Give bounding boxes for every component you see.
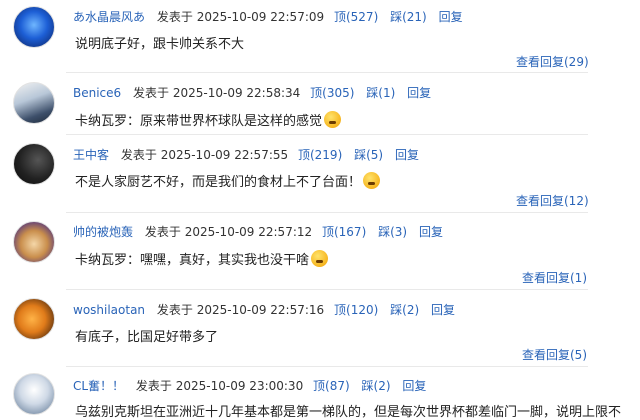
username-link[interactable]: 王中客 <box>73 148 109 162</box>
view-replies-link[interactable]: 查看回复(12) <box>516 192 589 209</box>
view-replies-link[interactable]: 查看回复(1) <box>522 269 587 286</box>
comment-meta: 王中客 发表于 2025-10-09 22:57:55 顶(219) 踩(5) … <box>73 146 419 163</box>
downvote-button[interactable]: 踩(5) <box>354 148 383 162</box>
reply-button[interactable]: 回复 <box>407 86 431 100</box>
downvote-button[interactable]: 踩(2) <box>362 379 391 393</box>
avatar[interactable] <box>13 6 55 48</box>
avatar[interactable] <box>13 373 55 415</box>
comment-text-row: 卡纳瓦罗：嘿嘿，真好，其实我也没干啥 <box>75 249 329 268</box>
divider <box>66 134 588 135</box>
username-link[interactable]: woshilaotan <box>73 303 145 317</box>
username-link[interactable]: あ水晶晨风あ <box>73 10 145 24</box>
sweat-smile-emoji-icon <box>324 111 342 128</box>
avatar[interactable] <box>13 298 55 340</box>
timestamp: 2025-10-09 22:57:12 <box>184 225 313 239</box>
divider <box>66 212 588 213</box>
divider <box>66 72 588 73</box>
reply-button[interactable]: 回复 <box>402 379 426 393</box>
avatar[interactable] <box>13 82 55 124</box>
avatar[interactable] <box>13 143 55 185</box>
divider <box>66 289 588 290</box>
comment-text: 不是人家厨艺不好，而是我们的食材上不了台面！ <box>75 175 362 190</box>
avatar[interactable] <box>13 221 55 263</box>
timestamp: 2025-10-09 23:00:30 <box>175 379 304 393</box>
downvote-button[interactable]: 踩(2) <box>390 303 419 317</box>
posted-at-label: 发表于 <box>135 379 172 393</box>
downvote-button[interactable]: 踩(3) <box>378 225 407 239</box>
posted-at-label: 发表于 <box>156 10 193 24</box>
upvote-button[interactable]: 顶(219) <box>298 148 342 162</box>
upvote-button[interactable]: 顶(305) <box>310 86 354 100</box>
username-link[interactable]: Benice6 <box>73 86 121 100</box>
comment-meta: あ水晶晨风あ 发表于 2025-10-09 22:57:09 顶(527) 踩(… <box>73 8 463 25</box>
comment-text: 卡纳瓦罗：嘿嘿，真好，其实我也没干啥 <box>75 253 310 268</box>
comment-text-row: 不是人家厨艺不好，而是我们的食材上不了台面！ <box>75 171 381 190</box>
comment-meta: woshilaotan 发表于 2025-10-09 22:57:16 顶(12… <box>73 301 455 318</box>
posted-at-label: 发表于 <box>133 86 170 100</box>
reply-button[interactable]: 回复 <box>431 303 455 317</box>
comment-text-row: 卡纳瓦罗：原来带世界杯球队是这样的感觉 <box>75 110 342 129</box>
comment-text: 卡纳瓦罗：原来带世界杯球队是这样的感觉 <box>75 114 323 129</box>
view-replies-link[interactable]: 查看回复(5) <box>522 346 587 363</box>
timestamp: 2025-10-09 22:57:55 <box>160 148 289 162</box>
downvote-button[interactable]: 踩(1) <box>366 86 395 100</box>
upvote-button[interactable]: 顶(527) <box>334 10 378 24</box>
comment-meta: 帅的被炮轰 发表于 2025-10-09 22:57:12 顶(167) 踩(3… <box>73 223 443 240</box>
posted-at-label: 发表于 <box>156 303 193 317</box>
timestamp: 2025-10-09 22:57:16 <box>196 303 325 317</box>
timestamp: 2025-10-09 22:57:09 <box>196 10 325 24</box>
upvote-button[interactable]: 顶(87) <box>313 379 350 393</box>
comment-text: 说明底子好，跟卡帅关系不大 <box>75 37 245 52</box>
username-link[interactable]: CL奮！！ <box>73 379 124 393</box>
reply-button[interactable]: 回复 <box>395 148 419 162</box>
upvote-button[interactable]: 顶(120) <box>334 303 378 317</box>
comment-meta: Benice6 发表于 2025-10-09 22:58:34 顶(305) 踩… <box>73 84 431 101</box>
comment-text: 有底子，比国足好带多了 <box>75 330 219 345</box>
sad-emoji-icon <box>363 172 381 189</box>
username-link[interactable]: 帅的被炮轰 <box>73 225 133 239</box>
downvote-button[interactable]: 踩(21) <box>390 10 427 24</box>
posted-at-label: 发表于 <box>144 225 181 239</box>
divider <box>66 366 588 367</box>
sweat-emoji-icon <box>311 250 329 267</box>
comment-meta: CL奮！！ 发表于 2025-10-09 23:00:30 顶(87) 踩(2)… <box>73 377 426 394</box>
timestamp: 2025-10-09 22:58:34 <box>172 86 301 100</box>
posted-at-label: 发表于 <box>120 148 157 162</box>
reply-button[interactable]: 回复 <box>419 225 443 239</box>
reply-button[interactable]: 回复 <box>439 10 463 24</box>
view-replies-link[interactable]: 查看回复(29) <box>516 53 589 70</box>
upvote-button[interactable]: 顶(167) <box>322 225 366 239</box>
